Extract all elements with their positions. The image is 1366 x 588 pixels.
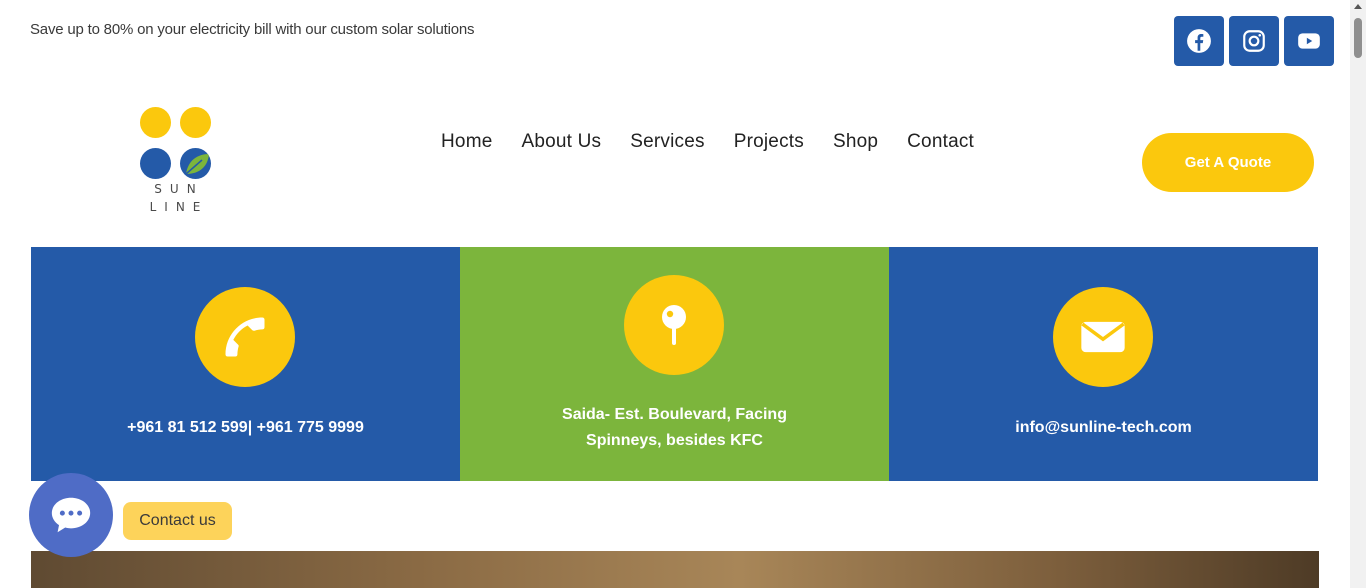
nav-home[interactable]: Home [441,131,492,153]
email-panel: info@sunline-tech.com [889,247,1318,481]
chat-icon [51,497,91,533]
nav-contact[interactable]: Contact [907,131,974,153]
chat-widget-label[interactable]: Contact us [123,502,232,540]
get-a-quote-button[interactable]: Get A Quote [1142,133,1314,192]
facebook-link[interactable] [1174,16,1224,66]
chat-widget-button[interactable] [29,473,113,557]
scrollbar-thumb[interactable] [1354,18,1362,58]
facebook-icon [1187,29,1211,53]
envelope-icon [1053,287,1153,387]
phone-panel: +961 81 512 599| +961 775 9999 [31,247,460,481]
address-panel: Saida- Est. Boulevard, Facing Spinneys, … [460,247,889,481]
phone-icon [195,287,295,387]
logo-dot-yellow-1 [140,107,171,138]
email-address[interactable]: info@sunline-tech.com [889,415,1318,441]
hero-banner-image [31,551,1319,588]
main-nav: Home About Us Services Projects Shop Con… [441,131,1003,153]
promo-text: Save up to 80% on your electricity bill … [30,21,475,38]
logo-text-sun: SUN [154,182,204,196]
instagram-icon [1243,30,1265,52]
nav-services[interactable]: Services [630,131,704,153]
youtube-icon [1298,33,1320,49]
scrollbar[interactable] [1350,0,1366,588]
logo-text-line: LINE [149,200,209,214]
logo-leaf-icon [180,148,211,179]
logo-dot-yellow-2 [180,107,211,138]
sunline-logo[interactable]: SUN LINE [139,107,213,217]
address-line-2: Spinneys, besides KFC [586,432,763,449]
instagram-link[interactable] [1229,16,1279,66]
address-line-1: Saida- Est. Boulevard, Facing [562,406,787,423]
nav-about-us[interactable]: About Us [521,131,601,153]
phone-numbers[interactable]: +961 81 512 599| +961 775 9999 [31,415,460,441]
nav-projects[interactable]: Projects [734,131,804,153]
nav-shop[interactable]: Shop [833,131,878,153]
logo-dot-blue [140,148,171,179]
scroll-up-arrow-icon[interactable] [1354,4,1362,9]
map-pin-icon [624,275,724,375]
youtube-link[interactable] [1284,16,1334,66]
